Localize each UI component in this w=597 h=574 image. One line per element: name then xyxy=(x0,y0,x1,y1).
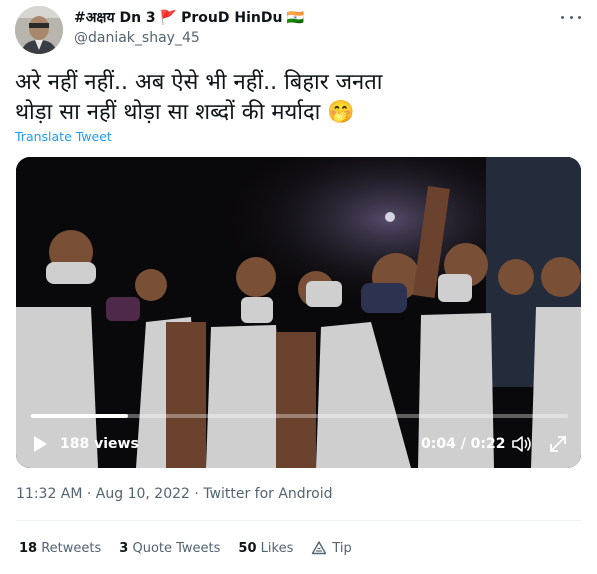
tweet-timestamp[interactable]: 11:32 AM · Aug 10, 2022 · Twitter for An… xyxy=(16,486,332,502)
avatar[interactable] xyxy=(15,6,63,54)
video-progress-bar[interactable] xyxy=(31,414,568,418)
hand-over-mouth-emoji: 🤭 xyxy=(327,100,355,125)
tweet-text-line-1: अरे नहीं नहीं.. अब ऐसे भी नहीं.. बिहार ज… xyxy=(15,70,383,95)
display-name-text-2: ProuD HinDu xyxy=(181,9,283,26)
view-count: 188 views xyxy=(60,436,139,452)
user-handle[interactable]: @daniak_shay_45 xyxy=(74,30,200,46)
quote-tweets-stat[interactable]: 3 Quote Tweets xyxy=(119,541,220,556)
tweet-text: अरे नहीं नहीं.. अब ऐसे भी नहीं.. बिहार ज… xyxy=(15,68,575,128)
tweet-card: #अक्षय Dn 3 🚩 ProuD HinDu 🇮🇳 @daniak_sha… xyxy=(0,0,597,574)
video-frame xyxy=(16,157,581,468)
display-name[interactable]: #अक्षय Dn 3 🚩 ProuD HinDu 🇮🇳 xyxy=(74,8,304,27)
video-time: 0:04 / 0:22 xyxy=(421,436,506,452)
india-flag-emoji: 🇮🇳 xyxy=(286,9,304,26)
tip-label: Tip xyxy=(332,540,352,556)
video-player[interactable]: 188 views 0:04 / 0:22 xyxy=(16,157,581,468)
likes-count: 50 xyxy=(238,540,257,556)
tip-icon xyxy=(312,541,327,555)
translate-tweet-link[interactable]: Translate Tweet xyxy=(15,129,112,144)
tweet-stats: 18 Retweets 3 Quote Tweets 50 Likes Tip xyxy=(19,540,352,556)
retweets-count: 18 xyxy=(19,540,38,556)
retweets-label: Retweets xyxy=(41,540,102,556)
volume-icon[interactable] xyxy=(511,434,533,454)
red-flag-emoji: 🚩 xyxy=(159,9,178,26)
avatar-image xyxy=(15,6,63,54)
likes-label: Likes xyxy=(260,540,294,556)
video-progress-fill xyxy=(31,414,128,418)
quotes-label: Quote Tweets xyxy=(132,540,221,556)
tip-button[interactable]: Tip xyxy=(311,540,352,556)
fullscreen-icon[interactable] xyxy=(548,434,568,454)
divider xyxy=(16,520,581,521)
display-name-text: #अक्षय Dn 3 xyxy=(74,10,156,26)
retweets-stat[interactable]: 18 Retweets xyxy=(19,541,101,556)
quotes-count: 3 xyxy=(119,540,129,556)
more-options-icon[interactable] xyxy=(561,10,581,24)
play-icon[interactable] xyxy=(32,435,48,453)
tweet-text-line-2: थोड़ा सा नहीं थोड़ा सा शब्दों की मर्यादा xyxy=(15,100,321,125)
likes-stat[interactable]: 50 Likes xyxy=(238,541,293,556)
